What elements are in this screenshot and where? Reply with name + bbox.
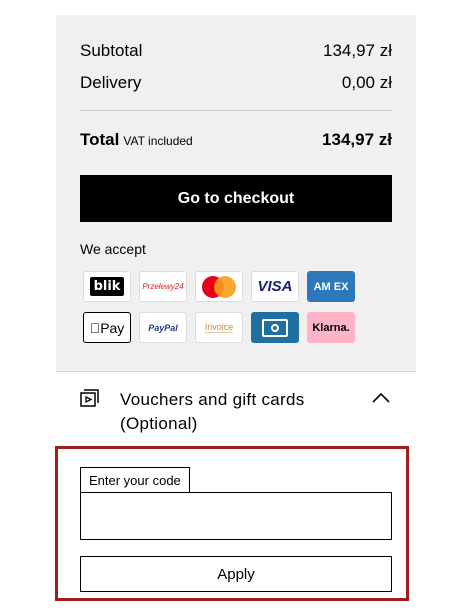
payment-methods: blik Przelewy24 VISA AM EX Pay PayPal I… <box>83 271 363 343</box>
chevron-up-icon[interactable] <box>372 392 390 404</box>
summary-divider <box>80 110 392 111</box>
invoice-logo-text: Invoice <box>204 322 234 333</box>
klarna-logo-text: Klarna. <box>312 321 350 334</box>
voucher-code-label: Enter your code <box>80 467 190 492</box>
total-value: 134,97 zł <box>322 130 392 149</box>
klarna-logo: Klarna. <box>307 312 355 343</box>
total-label: Total <box>80 130 120 149</box>
payment-heading: We accept <box>80 241 146 257</box>
blik-logo: blik <box>83 271 131 302</box>
delivery-label: Delivery <box>80 73 142 92</box>
apple-icon:  <box>90 320 101 336</box>
przelewy24-logo: Przelewy24 <box>139 271 187 302</box>
paypal-logo: PayPal <box>139 312 187 343</box>
delivery-value: 0,00 zł <box>341 73 392 92</box>
total-label-group: Total VAT included <box>80 130 193 150</box>
vouchers-title: Vouchers and gift cards (Optional) <box>120 390 305 433</box>
przelewy24-logo-text: Przelewy24 <box>142 282 184 291</box>
vat-note: VAT included <box>123 134 193 148</box>
blik-logo-text: blik <box>89 277 125 296</box>
subtotal-value: 134,97 zł <box>323 41 392 60</box>
apple-pay-logo: Pay <box>83 312 131 343</box>
subtotal-label: Subtotal <box>80 41 143 60</box>
delivery-row: Delivery 0,00 zł <box>80 73 392 93</box>
amex-logo-text: AM EX <box>313 280 349 293</box>
voucher-code-input[interactable] <box>80 492 392 540</box>
mastercard-icon <box>195 271 243 302</box>
visa-logo-text: VISA <box>257 278 293 295</box>
cash-icon <box>251 312 299 343</box>
visa-logo: VISA <box>251 271 299 302</box>
order-summary-panel: Subtotal 134,97 zł Delivery 0,00 zł Tota… <box>56 15 416 372</box>
apple-pay-logo-text: Pay <box>94 319 124 336</box>
voucher-icon <box>80 389 99 407</box>
total-row: Total VAT included 134,97 zł <box>80 130 392 150</box>
paypal-logo-text: PayPal <box>148 322 178 333</box>
subtotal-row: Subtotal 134,97 zł <box>80 41 392 61</box>
amex-logo: AM EX <box>307 271 355 302</box>
apply-button[interactable]: Apply <box>80 556 392 592</box>
section-divider <box>56 371 416 372</box>
invoice-logo: Invoice <box>195 312 243 343</box>
vouchers-accordion-header[interactable]: Vouchers and gift cards (Optional) <box>80 386 392 436</box>
checkout-button[interactable]: Go to checkout <box>80 175 392 222</box>
